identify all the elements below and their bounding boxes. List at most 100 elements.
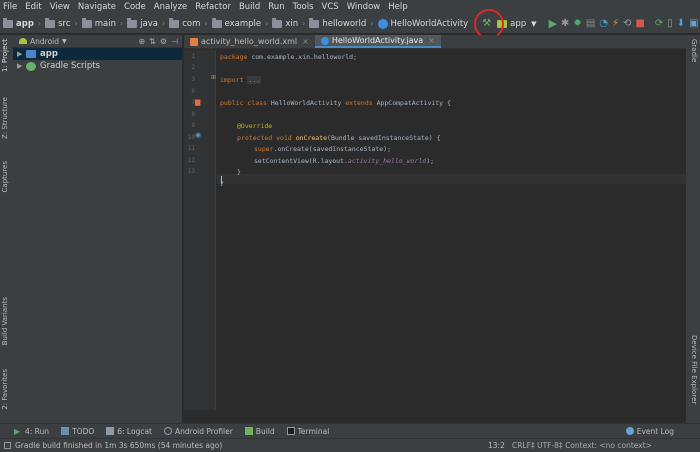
tab-label: HelloWorldActivity.java xyxy=(331,36,424,45)
menu-build[interactable]: Build xyxy=(239,0,260,14)
menu-navigate[interactable]: Navigate xyxy=(78,0,116,14)
package-icon xyxy=(169,17,180,28)
line-number: 9 xyxy=(191,122,195,129)
tool-android-profiler[interactable]: Android Profiler xyxy=(164,427,233,436)
activity-gutter-icon[interactable]: ▆ xyxy=(195,98,200,106)
menu-window[interactable]: Window xyxy=(347,0,381,14)
code-line-1: package com.example.xin.helloworld; xyxy=(220,53,357,61)
breadcrumb-com[interactable]: com xyxy=(182,19,200,29)
tool-build[interactable]: Build xyxy=(244,427,275,436)
line-number: 13 xyxy=(187,168,195,175)
breadcrumb-src[interactable]: src xyxy=(58,19,70,29)
chevron-down-icon[interactable]: ▼ xyxy=(62,38,67,45)
status-bar: Gradle build finished in 1m 3s 650ms (54… xyxy=(0,438,700,452)
line-number: 11 xyxy=(187,145,195,152)
close-icon[interactable]: × xyxy=(428,36,435,45)
project-view-select[interactable]: Android xyxy=(30,37,59,46)
chevron-right-icon: › xyxy=(302,19,306,28)
restart-icon[interactable]: ⟲ xyxy=(623,17,631,31)
tool-event-log[interactable]: Event Log xyxy=(625,427,674,436)
build-icon xyxy=(244,427,253,435)
breadcrumb-main[interactable]: main xyxy=(95,19,116,29)
tool-run[interactable]: ▶ 4: Run xyxy=(14,427,49,437)
menu-refactor[interactable]: Refactor xyxy=(195,0,231,14)
tool-terminal[interactable]: Terminal xyxy=(286,427,329,436)
tool-windows-toggle-icon[interactable] xyxy=(4,442,11,449)
override-gutter-icon[interactable]: ◉ xyxy=(195,131,201,139)
run-config-label: app xyxy=(510,18,527,29)
menu-help[interactable]: Help xyxy=(388,0,407,14)
coverage-icon[interactable]: ▤ xyxy=(586,17,595,31)
class-icon xyxy=(377,18,388,29)
menu-vcs[interactable]: VCS xyxy=(322,0,339,14)
profiler-icon[interactable]: ◔ xyxy=(599,17,608,31)
expand-arrow-icon[interactable]: ▶ xyxy=(17,62,26,70)
tree-item-app[interactable]: ▶ app xyxy=(13,48,182,60)
tab-activity-hello-world-xml[interactable]: activity_hello_world.xml × xyxy=(184,35,315,48)
tool-todo[interactable]: TODO xyxy=(61,427,94,436)
menu-tools[interactable]: Tools xyxy=(293,0,314,14)
menu-edit[interactable]: Edit xyxy=(25,0,41,14)
line-number: 3 xyxy=(191,76,195,83)
tab-favorites[interactable]: 2: Favorites xyxy=(1,369,9,410)
breadcrumb-class[interactable]: HelloWorldActivity xyxy=(391,19,469,29)
project-structure-icon[interactable]: ▣ xyxy=(689,17,698,31)
tab-build-variants[interactable]: Build Variants xyxy=(1,297,9,345)
profiler-icon xyxy=(164,427,172,435)
breadcrumb-helloworld[interactable]: helloworld xyxy=(322,19,366,29)
tree-item-label: app xyxy=(40,49,58,59)
menu-view[interactable]: View xyxy=(50,0,70,14)
avd-manager-icon[interactable]: ▯ xyxy=(667,17,673,31)
folded-imports[interactable]: ... xyxy=(247,76,262,84)
file-encoding-info[interactable]: CRLF‡ UTF-8‡ Context: <no context> xyxy=(512,441,696,450)
stop-icon[interactable]: ■ xyxy=(635,17,644,31)
tab-device-file-explorer[interactable]: Device File Explorer xyxy=(690,335,698,404)
folder-icon xyxy=(45,17,56,28)
class-icon xyxy=(320,36,329,45)
gear-icon[interactable]: ⚙ xyxy=(160,37,167,46)
tool-label: TODO xyxy=(72,426,95,436)
tool-window-bar: ▶ 4: Run TODO 6: Logcat Android Profiler… xyxy=(0,423,700,438)
attach-debugger-icon[interactable]: ✹ xyxy=(573,17,581,31)
line-number: 1 xyxy=(191,53,195,60)
tab-helloworldactivity-java[interactable]: HelloWorldActivity.java × xyxy=(314,35,441,48)
current-line-highlight xyxy=(217,174,686,184)
menu-run[interactable]: Run xyxy=(268,0,284,14)
folder-icon xyxy=(81,17,92,28)
tree-item-gradle-scripts[interactable]: ▶ Gradle Scripts xyxy=(13,60,182,72)
breadcrumb-java[interactable]: java xyxy=(140,19,158,29)
sdk-manager-icon[interactable]: ⬇ xyxy=(677,17,685,31)
sync-icon[interactable]: ⟳ xyxy=(655,17,663,31)
apply-changes-icon[interactable]: ⚡ xyxy=(612,17,619,31)
caret-position[interactable]: 13:2 xyxy=(488,441,505,450)
tool-logcat[interactable]: 6: Logcat xyxy=(106,427,152,436)
breadcrumb-example[interactable]: example xyxy=(225,19,262,29)
menu-code[interactable]: Code xyxy=(124,0,146,14)
tab-captures[interactable]: Captures xyxy=(1,161,9,192)
tab-project[interactable]: 1: Project xyxy=(1,39,9,72)
todo-icon xyxy=(61,427,70,435)
breadcrumb-app[interactable]: app xyxy=(16,19,34,29)
collapse-icon[interactable]: ⇅ xyxy=(149,37,156,46)
close-icon[interactable]: × xyxy=(302,37,309,46)
chevron-right-icon: › xyxy=(119,19,124,28)
code-line-10: super.onCreate(savedInstanceState); xyxy=(254,145,391,153)
scope-icon[interactable]: ⊕ xyxy=(138,37,145,46)
chevron-right-icon: › xyxy=(370,19,374,28)
chevron-right-icon: › xyxy=(204,19,208,28)
run-button[interactable]: ▶ xyxy=(549,17,557,31)
menu-analyze[interactable]: Analyze xyxy=(154,0,188,14)
status-message: Gradle build finished in 1m 3s 650ms (54… xyxy=(15,441,223,450)
expand-arrow-icon[interactable]: ▶ xyxy=(17,50,26,58)
debug-icon[interactable]: ✱ xyxy=(561,17,569,31)
hide-icon[interactable]: ⊣ xyxy=(171,37,178,46)
tab-gradle[interactable]: Gradle xyxy=(690,39,698,62)
line-number: 10 xyxy=(187,134,195,141)
fold-marker-icon[interactable]: ⊞ xyxy=(211,74,216,81)
menu-file[interactable]: File xyxy=(3,0,17,14)
code-line-3: import ... xyxy=(220,76,262,84)
code-editor[interactable]: package com.example.xin.helloworld; impo… xyxy=(217,50,686,410)
tab-structure[interactable]: Z: Structure xyxy=(1,97,9,139)
terminal-icon xyxy=(286,427,295,435)
breadcrumb-xin[interactable]: xin xyxy=(285,19,298,29)
